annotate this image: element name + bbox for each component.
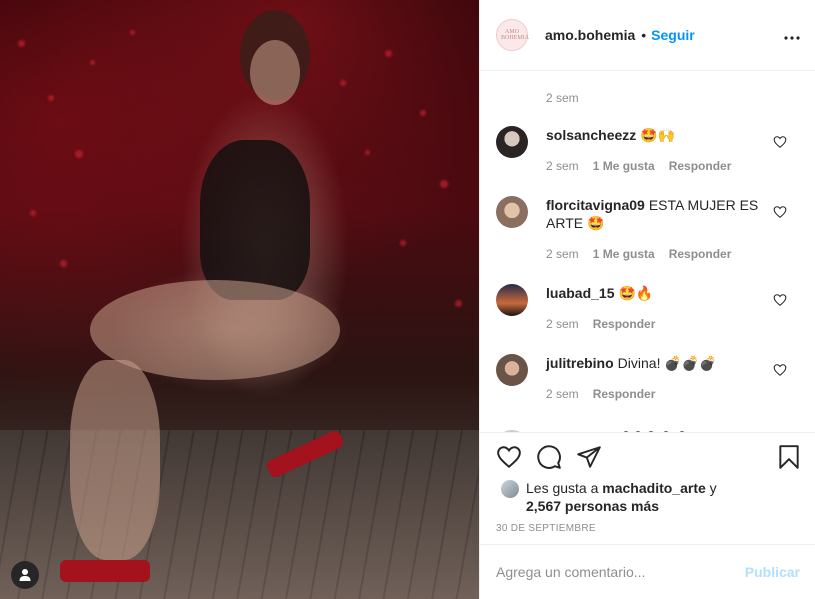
post-actions: Les gusta a machadito_arte y 2,567 perso… <box>480 432 815 544</box>
more-options-button[interactable] <box>784 26 800 42</box>
reply-button[interactable]: Responder <box>669 247 732 261</box>
comment-username[interactable]: luabad_15 <box>546 285 614 301</box>
user-icon <box>19 569 31 581</box>
likes-prefix: Les gusta a <box>526 480 603 496</box>
commenter-avatar[interactable] <box>496 354 528 386</box>
bokeh-light <box>455 300 462 307</box>
comment-time[interactable]: 2 sem <box>546 317 579 331</box>
publish-button[interactable]: Publicar <box>745 564 800 580</box>
heart-icon[interactable] <box>773 135 787 149</box>
share-paper-plane-icon[interactable] <box>576 444 602 470</box>
tagged-users-button[interactable] <box>11 561 39 589</box>
comment-input[interactable] <box>496 564 745 580</box>
bokeh-light <box>340 80 346 86</box>
save-bookmark-icon[interactable] <box>776 444 802 470</box>
comment-username[interactable]: solsancheezz <box>546 127 636 143</box>
comment-bubble-icon[interactable] <box>536 444 562 470</box>
bokeh-light <box>420 110 426 116</box>
comments-list[interactable]: 2 sem solsancheezz 🤩🙌 2 sem 1 Me gusta Resp… <box>480 72 815 432</box>
likes-count[interactable]: 2,567 personas más <box>526 498 659 514</box>
bokeh-light <box>75 150 83 158</box>
bokeh-light <box>130 30 135 35</box>
comment-text: 🤩🙌 <box>640 127 676 143</box>
bokeh-light <box>30 210 36 216</box>
like-button-heart-icon[interactable] <box>496 444 522 470</box>
comment-username[interactable]: florcitavigna09 <box>546 197 645 213</box>
bokeh-light <box>400 240 406 246</box>
comment-time[interactable]: 2 sem <box>546 387 579 401</box>
heart-icon[interactable] <box>773 293 787 307</box>
more-icon <box>784 36 800 40</box>
bokeh-light <box>440 180 448 188</box>
post-photo[interactable] <box>0 0 479 599</box>
post-header: AMO BOHEMIA amo.bohemia • Seguir <box>480 0 815 71</box>
comment-time[interactable]: 2 sem <box>546 247 579 261</box>
bokeh-light <box>385 50 392 57</box>
shin-shape <box>70 360 160 560</box>
comment-username[interactable]: julitrebino <box>546 355 614 371</box>
reply-button[interactable]: Responder <box>593 387 656 401</box>
bokeh-light <box>60 260 67 267</box>
author-avatar[interactable]: AMO BOHEMIA <box>496 19 529 51</box>
likes-text: Les gusta a machadito_arte y 2,567 perso… <box>526 479 717 515</box>
author-username[interactable]: amo.bohemia <box>545 27 635 43</box>
bokeh-light <box>90 60 95 65</box>
reply-button[interactable]: Responder <box>669 159 732 173</box>
comment-likes[interactable]: 1 Me gusta <box>593 159 655 173</box>
liker-username[interactable]: machadito_arte <box>602 480 705 496</box>
commenter-avatar[interactable] <box>496 284 528 316</box>
likes-summary: Les gusta a machadito_arte y 2,567 perso… <box>500 479 717 515</box>
add-comment-section: Publicar <box>480 544 815 599</box>
comment-text: Divina! 💣💣💣 <box>617 355 717 371</box>
partial-comment-row <box>496 423 696 432</box>
heart-icon[interactable] <box>773 363 787 377</box>
follow-button[interactable]: Seguir <box>651 27 695 43</box>
commenter-avatar[interactable] <box>496 126 528 158</box>
comment-text: 🤩🔥 <box>618 285 654 301</box>
author-avatar-logo: AMO BOHEMIA <box>501 29 529 41</box>
reply-button[interactable]: Responder <box>593 317 656 331</box>
red-shoe <box>60 560 150 582</box>
liker-avatar[interactable] <box>500 479 520 499</box>
comment-time[interactable]: 2 sem <box>546 159 579 173</box>
heart-icon[interactable] <box>773 205 787 219</box>
post-side-panel: AMO BOHEMIA amo.bohemia • Seguir 2 sem s… <box>479 0 815 599</box>
comment-likes[interactable]: 1 Me gusta <box>593 247 655 261</box>
separator-dot: • <box>641 27 647 43</box>
bokeh-light <box>365 150 370 155</box>
bodysuit-shape <box>200 140 310 300</box>
face-shape <box>250 40 300 105</box>
bokeh-light <box>18 40 25 47</box>
commenter-avatar[interactable] <box>496 196 528 228</box>
post-date[interactable]: 30 DE SEPTIEMBRE <box>496 523 596 534</box>
likes-conjunction: y <box>705 480 717 496</box>
bokeh-light <box>48 95 54 101</box>
caption-timestamp[interactable]: 2 sem <box>546 91 579 105</box>
